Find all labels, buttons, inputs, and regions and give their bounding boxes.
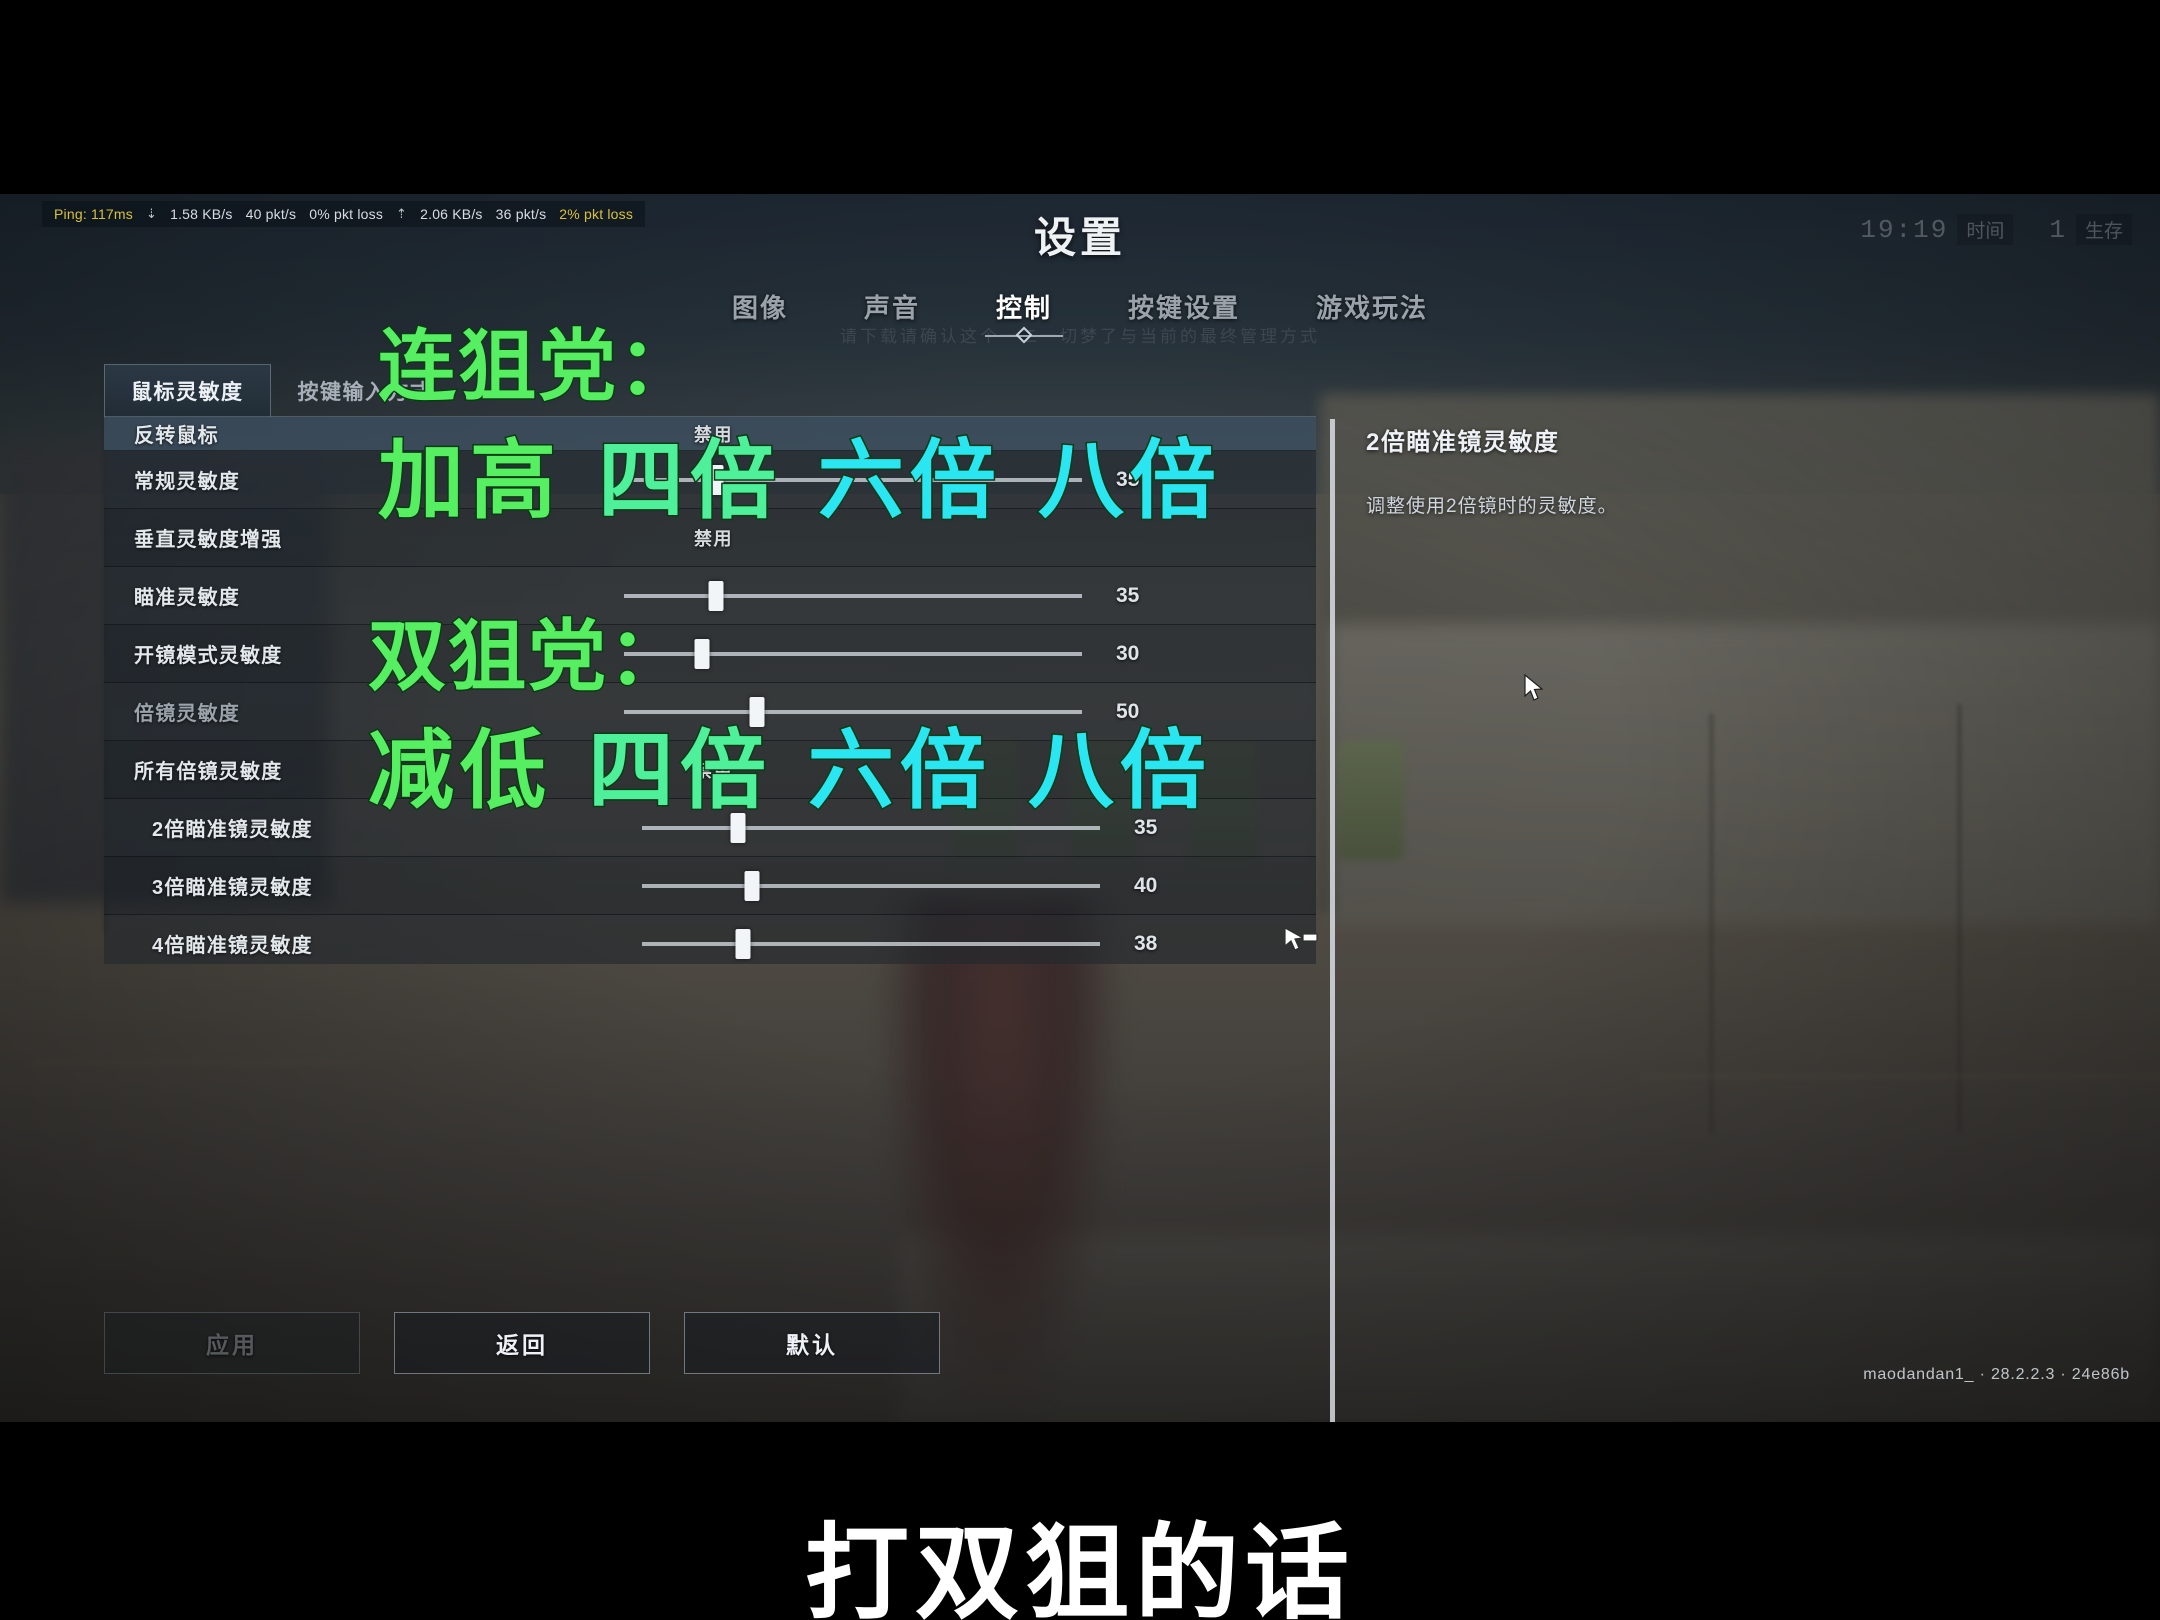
subtab-mouse-sensitivity[interactable]: 鼠标灵敏度 bbox=[104, 364, 271, 418]
apply-button[interactable]: 应用 bbox=[104, 1312, 360, 1374]
panel-divider bbox=[1330, 419, 1335, 1422]
tabs-ghost-text: 请下载请确认这个一二一切梦了与当前的最终管理方式 bbox=[840, 327, 1320, 346]
description-panel: 2倍瞄准镜灵敏度 调整使用2倍镜时的灵敏度。 bbox=[1366, 422, 1926, 518]
slider-knob[interactable] bbox=[735, 928, 751, 959]
overlay-line2-green: 减低 bbox=[367, 720, 588, 823]
overlay-line2-body: 减低 四倍 六倍 八倍 bbox=[367, 700, 1212, 825]
settings-row-control[interactable]: 40 bbox=[622, 870, 1294, 901]
overlay-line1-cyan: 六倍 八倍 bbox=[816, 430, 1222, 533]
slider-knob[interactable] bbox=[694, 638, 710, 669]
game-window: Ping: 117ms ⇣ 1.58 KB/s 40 pkt/s 0% pkt … bbox=[0, 194, 2160, 1422]
description-body: 调整使用2倍镜时的灵敏度。 bbox=[1366, 496, 1618, 517]
description-title: 2倍瞄准镜灵敏度 bbox=[1366, 429, 1560, 456]
overlay-line2-heading: 双狙党： bbox=[366, 594, 689, 706]
screenshot-root: Ping: 117ms ⇣ 1.58 KB/s 40 pkt/s 0% pkt … bbox=[0, 0, 2160, 1620]
sensitivity-slider[interactable] bbox=[642, 812, 1100, 843]
page-title: 设置 bbox=[1033, 214, 1126, 261]
footer-buttons[interactable]: 应用 返回 默认 bbox=[104, 1312, 940, 1374]
slider-knob[interactable] bbox=[744, 870, 760, 901]
version-info: maodandan1_ · 28.2.2.3 · 24e86b bbox=[1863, 1366, 2130, 1383]
slider-knob[interactable] bbox=[708, 580, 724, 611]
settings-panel: 设置 图像 声音 控制 按键设置 游戏玩法 请下载请确认这个一二一切梦了与当前的… bbox=[0, 194, 2160, 1422]
overlay-line1-mid: 四倍 bbox=[596, 430, 818, 533]
settings-row[interactable]: 瞄准灵敏度 35 bbox=[104, 567, 1316, 625]
default-button[interactable]: 默认 bbox=[684, 1312, 940, 1374]
sensitivity-slider[interactable] bbox=[624, 580, 1082, 611]
overlay-line1-green: 加高 bbox=[377, 430, 598, 533]
settings-row-control[interactable]: 38 bbox=[622, 928, 1294, 959]
video-subtitle: 打双狙的话 bbox=[804, 1512, 1355, 1620]
settings-row-label: 4倍瞄准镜灵敏度 bbox=[152, 935, 313, 957]
overlay-line2-heading-text: 双狙党： bbox=[366, 611, 689, 704]
slider-value: 38 bbox=[1134, 931, 1158, 955]
slider-value: 35 bbox=[1116, 583, 1140, 607]
overlay-line2-mid: 四倍 bbox=[586, 720, 808, 823]
overlay-line1-body: 加高 四倍 六倍 八倍 bbox=[377, 410, 1222, 535]
overlay-line2-cyan: 六倍 八倍 bbox=[806, 720, 1212, 823]
sensitivity-slider[interactable] bbox=[642, 928, 1100, 959]
settings-row[interactable]: 4倍瞄准镜灵敏度 38 bbox=[104, 915, 1316, 964]
sensitivity-slider[interactable] bbox=[624, 638, 1082, 669]
settings-row-control[interactable]: 35 bbox=[604, 580, 1294, 611]
overlay-line1-heading: 连狙党： bbox=[376, 304, 699, 416]
settings-row-control[interactable]: 30 bbox=[604, 638, 1294, 669]
back-button[interactable]: 返回 bbox=[394, 1312, 650, 1374]
overlay-line1-heading-text: 连狙党： bbox=[376, 321, 699, 414]
settings-row[interactable]: 开镜模式灵敏度 30 bbox=[104, 625, 1316, 683]
settings-row[interactable]: 3倍瞄准镜灵敏度 40 bbox=[104, 857, 1316, 915]
slider-value: 40 bbox=[1134, 873, 1158, 897]
slider-value: 30 bbox=[1116, 641, 1140, 665]
sensitivity-slider[interactable] bbox=[642, 870, 1100, 901]
settings-row-label: 3倍瞄准镜灵敏度 bbox=[152, 877, 313, 899]
